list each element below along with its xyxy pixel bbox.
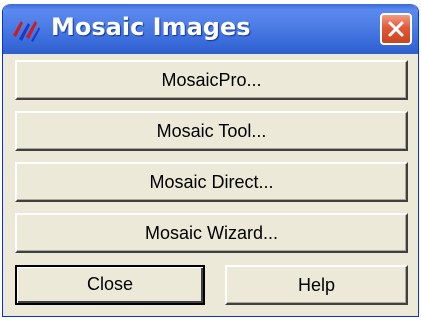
help-button[interactable]: Help (225, 265, 408, 305)
mosaic-app-icon (11, 15, 41, 43)
window-title: Mosaic Images (51, 13, 251, 41)
close-icon (388, 21, 404, 37)
close-button[interactable]: Close (15, 265, 205, 305)
mosaic-images-dialog: Mosaic Images MosaicPro... Mosaic Tool..… (2, 4, 419, 317)
mosaic-wizard-button[interactable]: Mosaic Wizard... (15, 213, 408, 253)
mosaicpro-button[interactable]: MosaicPro... (15, 60, 408, 100)
mosaic-tool-button[interactable]: Mosaic Tool... (15, 111, 408, 151)
mosaic-direct-button[interactable]: Mosaic Direct... (15, 162, 408, 202)
title-close-button[interactable] (380, 13, 412, 45)
title-bar[interactable]: Mosaic Images (3, 4, 418, 54)
